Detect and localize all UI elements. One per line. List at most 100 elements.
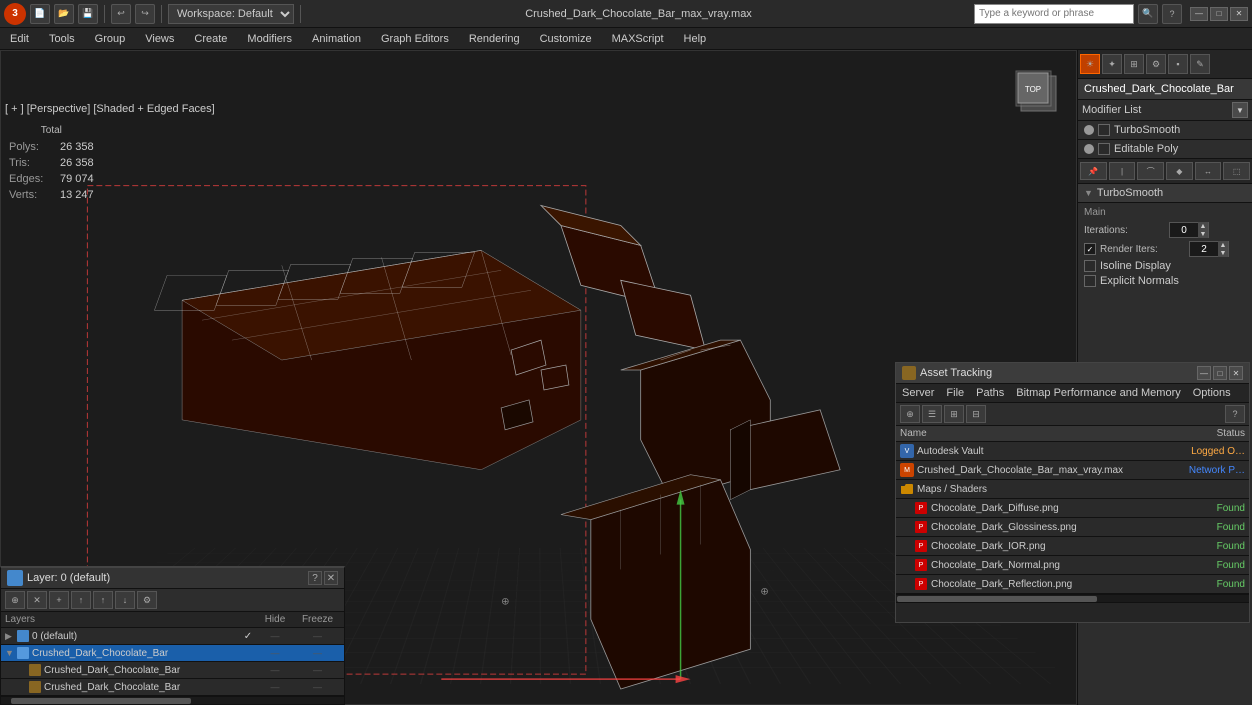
modifier-turbosmooth[interactable]: TurboSmooth (1078, 121, 1252, 140)
close-btn[interactable]: ✕ (1230, 7, 1248, 21)
ts-render-iters-input[interactable] (1190, 242, 1218, 256)
asset-tool-help[interactable]: ? (1225, 405, 1245, 423)
menu-group[interactable]: Group (85, 28, 136, 49)
redo-btn[interactable]: ↪ (135, 4, 155, 24)
ts-render-up[interactable]: ▲ (1218, 241, 1228, 249)
mod-tool-line[interactable]: | (1109, 162, 1136, 180)
asset-tool-3[interactable]: ⊞ (944, 405, 964, 423)
menu-create[interactable]: Create (184, 28, 237, 49)
mod-tool-vert[interactable]: ◆ (1166, 162, 1193, 180)
asset-menu-bitmap[interactable]: Bitmap Performance and Memory (1014, 386, 1182, 400)
ts-iterations-down[interactable]: ▼ (1198, 230, 1208, 238)
mod-tool-extra[interactable]: ⬚ (1223, 162, 1250, 180)
menu-rendering[interactable]: Rendering (459, 28, 530, 49)
panel-icon-3[interactable]: ⊞ (1124, 54, 1144, 74)
layers-tool-add[interactable]: + (49, 591, 69, 609)
panel-icon-2[interactable]: ✦ (1102, 54, 1122, 74)
ts-isoline-checkbox[interactable] (1084, 260, 1096, 272)
asset-menu-file[interactable]: File (944, 386, 966, 400)
ts-isoline-row: Isoline Display (1084, 260, 1246, 272)
object-name-bar[interactable]: Crushed_Dark_Chocolate_Bar (1078, 79, 1252, 100)
layers-tool-move-down[interactable]: ↓ (115, 591, 135, 609)
menu-modifiers[interactable]: Modifiers (237, 28, 302, 49)
minimize-btn[interactable]: — (1190, 7, 1208, 21)
asset-row-diffuse[interactable]: P Chocolate_Dark_Diffuse.png Found (896, 499, 1249, 518)
layer-row-2[interactable]: Crushed_Dark_Chocolate_Bar — — (1, 662, 344, 679)
layers-tool-select[interactable]: ↑ (71, 591, 91, 609)
open-file-btn[interactable]: 📂 (54, 4, 74, 24)
menu-maxscript[interactable]: MAXScript (602, 28, 674, 49)
asset-close-btn[interactable]: ✕ (1229, 366, 1243, 380)
layers-scrollbar[interactable] (1, 696, 344, 704)
asset-row-normal[interactable]: P Chocolate_Dark_Normal.png Found (896, 556, 1249, 575)
menu-views[interactable]: Views (135, 28, 184, 49)
modifier-checkbox-1[interactable] (1098, 124, 1110, 136)
asset-row-reflection[interactable]: P Chocolate_Dark_Reflection.png Found (896, 575, 1249, 594)
mod-tool-mirror[interactable]: ↔ (1195, 162, 1222, 180)
asset-menu-paths[interactable]: Paths (974, 386, 1006, 400)
asset-row-glossiness[interactable]: P Chocolate_Dark_Glossiness.png Found (896, 518, 1249, 537)
search-input[interactable] (974, 4, 1134, 24)
asset-titlebar: Asset Tracking — □ ✕ (896, 363, 1249, 384)
menu-tools[interactable]: Tools (39, 28, 85, 49)
new-file-btn[interactable]: 📄 (30, 4, 50, 24)
modifier-checkbox-2[interactable] (1098, 143, 1110, 155)
maximize-btn[interactable]: □ (1210, 7, 1228, 21)
asset-tool-2[interactable]: ☰ (922, 405, 942, 423)
menu-customize[interactable]: Customize (530, 28, 602, 49)
asset-diffuse-name: Chocolate_Dark_Diffuse.png (931, 503, 1165, 514)
layers-tool-extra[interactable]: ⚙ (137, 591, 157, 609)
layers-help-btn[interactable]: ? (308, 571, 322, 585)
modifier-editable-poly[interactable]: Editable Poly (1078, 140, 1252, 159)
layers-close-btn[interactable]: ✕ (324, 571, 338, 585)
ts-explicit-checkbox[interactable] (1084, 275, 1096, 287)
right-panel-icons: ☀ ✦ ⊞ ⚙ ▪ ✎ (1078, 50, 1252, 79)
svg-text:⊕: ⊕ (760, 586, 768, 597)
ts-iterations-up[interactable]: ▲ (1198, 222, 1208, 230)
layer-row-1[interactable]: ▼ Crushed_Dark_Chocolate_Bar — — (1, 645, 344, 662)
mod-tool-pin[interactable]: 📌 (1080, 162, 1107, 180)
layers-scrollbar-thumb[interactable] (11, 698, 191, 704)
layers-tool-delete[interactable]: ✕ (27, 591, 47, 609)
modifier-list-dropdown[interactable]: ▼ (1232, 102, 1248, 118)
asset-maximize-btn[interactable]: □ (1213, 366, 1227, 380)
mod-tool-curve[interactable]: ⌒ (1137, 162, 1164, 180)
ts-iterations-spinner[interactable]: ▲ ▼ (1169, 222, 1209, 238)
search-btn[interactable]: 🔍 (1138, 4, 1158, 24)
panel-icon-1[interactable]: ☀ (1080, 54, 1100, 74)
layers-title: Layer: 0 (default) (27, 572, 308, 584)
panel-icon-4[interactable]: ⚙ (1146, 54, 1166, 74)
window-controls: — □ ✕ (1190, 7, 1248, 21)
menu-animation[interactable]: Animation (302, 28, 371, 49)
ts-iterations-input[interactable] (1170, 223, 1198, 237)
asset-row-maxfile[interactable]: M Crushed_Dark_Chocolate_Bar_max_vray.ma… (896, 461, 1249, 480)
asset-tool-4[interactable]: ⊟ (966, 405, 986, 423)
turbosmooth-header[interactable]: ▼ TurboSmooth (1078, 184, 1252, 203)
workspace-dropdown[interactable]: Workspace: Default (168, 4, 294, 24)
asset-row-folder[interactable]: Maps / Shaders (896, 480, 1249, 499)
layers-tool-move-up[interactable]: ↑ (93, 591, 113, 609)
ts-render-down[interactable]: ▼ (1218, 249, 1228, 257)
asset-menu-options[interactable]: Options (1191, 386, 1233, 400)
undo-btn[interactable]: ↩ (111, 4, 131, 24)
ts-render-checkbox[interactable]: ✓ (1084, 243, 1096, 255)
save-btn[interactable]: 💾 (78, 4, 98, 24)
panel-icon-6[interactable]: ✎ (1190, 54, 1210, 74)
ts-main-label: Main (1084, 207, 1246, 218)
menu-edit[interactable]: Edit (0, 28, 39, 49)
asset-menu-server[interactable]: Server (900, 386, 936, 400)
layer-row-0[interactable]: ▶ 0 (default) ✓ — — (1, 628, 344, 645)
menu-graph-editors[interactable]: Graph Editors (371, 28, 459, 49)
layers-tool-new[interactable]: ⊕ (5, 591, 25, 609)
asset-minimize-btn[interactable]: — (1197, 366, 1211, 380)
ts-render-iters-spinner[interactable]: ▲ ▼ (1189, 241, 1229, 257)
asset-tool-1[interactable]: ⊕ (900, 405, 920, 423)
panel-icon-5[interactable]: ▪ (1168, 54, 1188, 74)
asset-normal-icon: P (914, 558, 928, 572)
layer-row-3[interactable]: Crushed_Dark_Chocolate_Bar — — (1, 679, 344, 696)
asset-row-vault[interactable]: V Autodesk Vault Logged O… (896, 442, 1249, 461)
help-icon-btn[interactable]: ? (1162, 4, 1182, 24)
asset-scrollbar[interactable] (896, 594, 1249, 602)
asset-row-ior[interactable]: P Chocolate_Dark_IOR.png Found (896, 537, 1249, 556)
menu-help[interactable]: Help (674, 28, 717, 49)
